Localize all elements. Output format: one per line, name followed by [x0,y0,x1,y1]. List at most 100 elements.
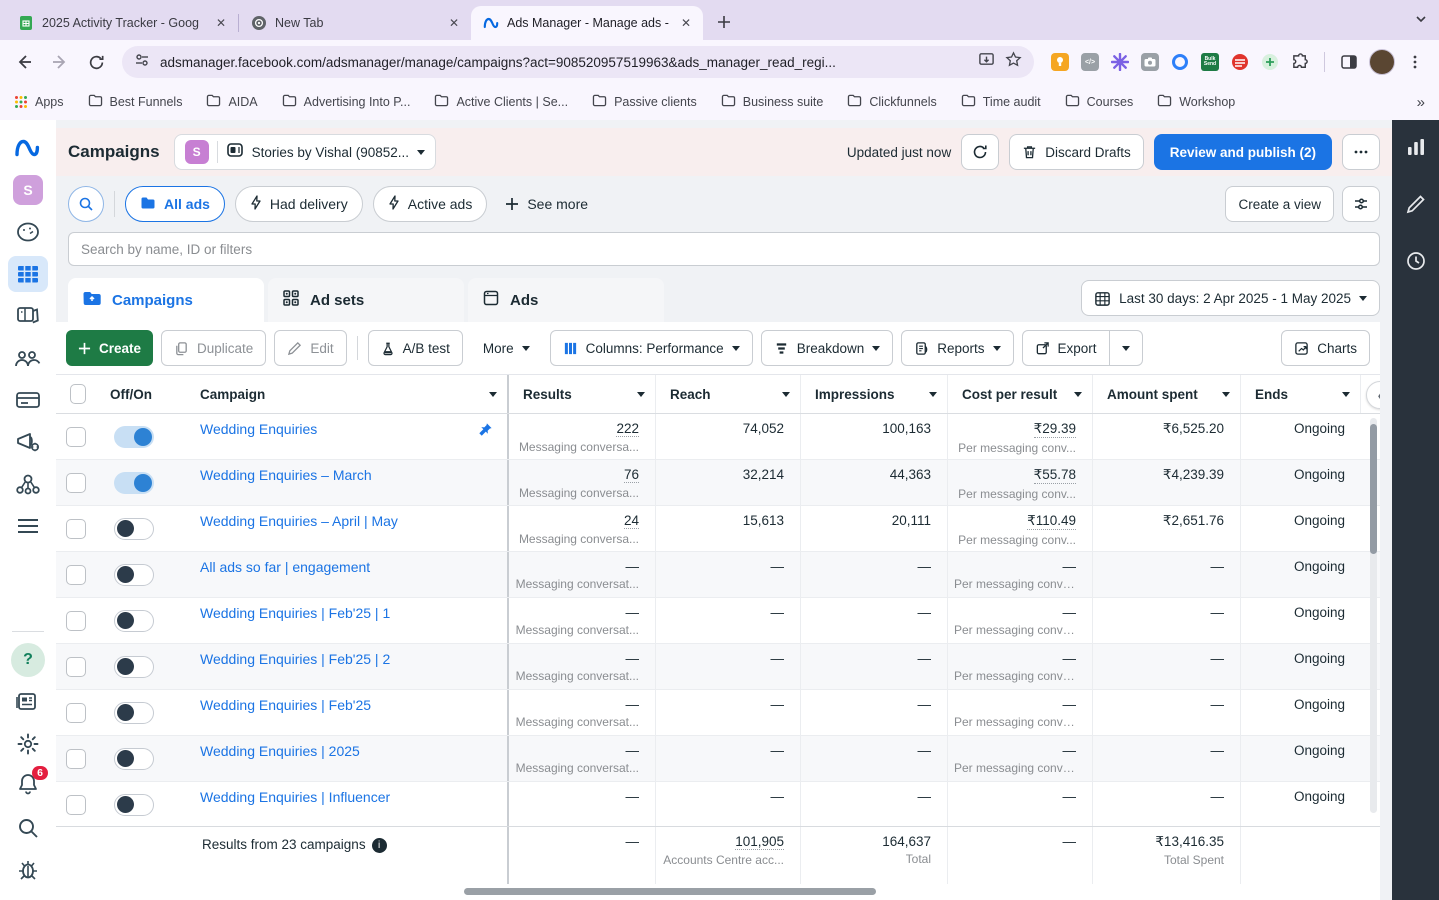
row-checkbox[interactable] [66,565,86,585]
back-button[interactable] [8,46,40,78]
pages-icon[interactable] [8,298,48,334]
column-header-reach[interactable]: Reach [656,375,801,413]
columns-button[interactable]: Columns: Performance [550,330,753,366]
duplicate-button[interactable]: Duplicate [161,330,266,366]
filter-pill-had-delivery[interactable]: Had delivery [235,186,363,222]
column-header-campaign frozen[interactable]: Campaign [186,375,509,413]
row-checkbox[interactable] [66,657,86,677]
campaign-toggle[interactable] [114,564,154,586]
bookmark-item[interactable]: Active Clients | Se... [434,94,568,110]
apps-shortcut[interactable]: Apps [14,95,64,109]
recent-clock-icon[interactable] [1405,250,1427,277]
row-checkbox[interactable] [66,519,86,539]
breakdown-button[interactable]: Breakdown [761,330,894,366]
forward-button[interactable] [44,46,76,78]
bookmark-item[interactable]: Advertising Into P... [282,94,411,110]
bookmark-item[interactable]: Time audit [961,94,1041,110]
date-range-selector[interactable]: Last 30 days: 2 Apr 2025 - 1 May 2025 [1081,280,1380,316]
column-header-impressions[interactable]: Impressions [801,375,948,413]
review-publish-button[interactable]: Review and publish (2) [1154,134,1332,170]
column-header-amount-spent[interactable]: Amount spent [1093,375,1241,413]
events-manager-icon[interactable] [8,466,48,502]
ad-account-selector[interactable]: S Stories by Vishal (90852... [174,134,436,170]
insights-chart-icon[interactable] [1405,136,1427,163]
billing-icon[interactable] [8,382,48,418]
horizontal-scrollbar-thumb[interactable] [464,888,876,895]
charts-button[interactable]: Charts [1281,330,1370,366]
browser-tab-1[interactable]: New Tab ✕ [239,6,471,40]
row-checkbox[interactable] [66,703,86,723]
row-checkbox[interactable] [66,749,86,769]
blue-ring-extension-icon[interactable] [1170,52,1190,72]
bookmarks-overflow-icon[interactable]: » [1417,94,1425,111]
campaign-toggle[interactable] [114,426,154,448]
tab-campaigns[interactable]: Campaigns [68,278,264,322]
create-button[interactable]: Create [66,330,153,366]
tab-close-icon[interactable]: ✕ [212,14,230,32]
filter-pill-all-ads[interactable]: All ads [125,186,225,222]
row-checkbox[interactable] [66,473,86,493]
extensions-puzzle-icon[interactable] [1290,52,1310,72]
green-plus-extension-icon[interactable] [1260,52,1280,72]
browser-tab-2[interactable]: Ads Manager - Manage ads - ✕ [471,6,703,40]
campaign-toggle[interactable] [114,518,154,540]
profile-avatar[interactable] [1369,49,1395,75]
help-icon[interactable]: ? [8,642,48,678]
export-button[interactable]: Export [1023,331,1109,365]
red-stripes-extension-icon[interactable] [1230,52,1250,72]
more-options-button[interactable] [1342,134,1380,170]
lamp-extension-icon[interactable] [1050,52,1070,72]
campaign-name-link[interactable]: All ads so far | engagement [200,559,370,575]
campaign-name-link[interactable]: Wedding Enquiries | 2025 [200,743,360,759]
column-scroll-left-button[interactable]: ‹ [1366,381,1380,409]
tab-ads[interactable]: Ads [468,278,664,322]
row-checkbox[interactable] [66,795,86,815]
campaign-name-link[interactable]: Wedding Enquiries [200,421,317,437]
campaign-name-link[interactable]: Wedding Enquiries – April | May [200,513,398,529]
tab-close-icon[interactable]: ✕ [677,14,695,32]
side-panel-icon[interactable] [1333,46,1365,78]
starburst-extension-icon[interactable] [1110,52,1130,72]
code-extension-icon[interactable]: </> [1080,52,1100,72]
row-checkbox[interactable] [66,427,86,447]
create-view-button[interactable]: Create a view [1225,186,1334,222]
new-tab-button[interactable] [711,9,737,35]
campaign-toggle[interactable] [114,656,154,678]
filter-search-button[interactable] [68,186,104,222]
campaign-name-link[interactable]: Wedding Enquiries – March [200,467,372,483]
bookmark-item[interactable]: Clickfunnels [847,94,936,110]
select-all-checkbox[interactable] [70,384,86,404]
campaign-toggle[interactable] [114,610,154,632]
header-select-all[interactable] [56,375,96,413]
ads-feed-icon[interactable] [8,684,48,720]
browser-menu-icon[interactable] [1399,46,1431,78]
notifications-icon[interactable]: 6 [8,768,48,804]
horizontal-scrollbar[interactable] [56,884,1380,900]
vertical-scrollbar-thumb[interactable] [1370,424,1377,554]
campaign-name-link[interactable]: Wedding Enquiries | Feb'25 | 2 [200,651,390,667]
audiences-icon[interactable] [8,340,48,376]
account-overview-icon[interactable] [8,214,48,250]
column-header-cost-per-result[interactable]: Cost per result [948,375,1093,413]
campaign-toggle[interactable] [114,748,154,770]
edit-pencil-icon[interactable] [1405,193,1427,220]
ab-test-button[interactable]: A/B test [368,330,463,366]
site-settings-icon[interactable] [134,52,150,73]
search-icon[interactable] [8,810,48,846]
bookmark-item[interactable]: Best Funnels [88,94,183,110]
url-bar[interactable]: adsmanager.facebook.com/adsmanager/manag… [122,46,1034,78]
browser-tab-0[interactable]: 2025 Activity Tracker - Goog ✕ [6,6,238,40]
refresh-button[interactable] [961,134,999,170]
ads-settings-icon[interactable] [8,424,48,460]
reports-button[interactable]: Reports [901,330,1013,366]
edit-button[interactable]: Edit [274,330,346,366]
campaigns-icon[interactable] [8,256,48,292]
bug-report-icon[interactable] [8,852,48,888]
info-icon[interactable]: i [372,838,387,853]
see-more-button[interactable]: See more [497,196,596,212]
campaign-name-link[interactable]: Wedding Enquiries | Influencer [200,789,390,805]
column-header-ends[interactable]: Ends [1241,375,1361,413]
business-avatar[interactable]: S [8,172,48,208]
export-options-caret[interactable] [1110,331,1142,365]
filter-pill-active-ads[interactable]: Active ads [373,186,488,222]
